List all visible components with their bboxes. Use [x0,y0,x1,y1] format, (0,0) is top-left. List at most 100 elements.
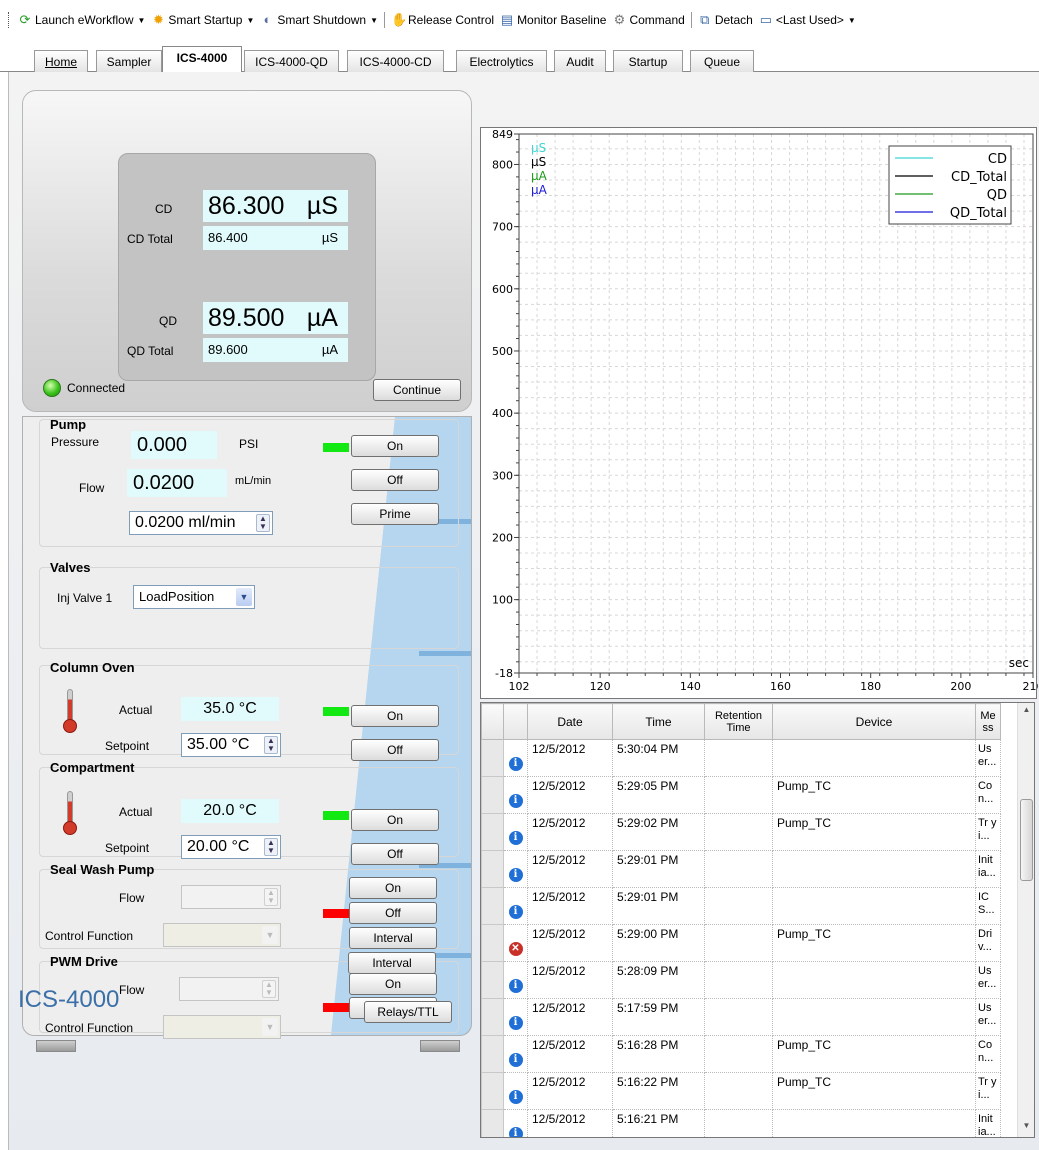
scroll-up-icon[interactable]: ▲ [1020,705,1033,719]
scroll-thumb[interactable] [1020,799,1033,881]
message-cell: Init ia... [975,850,1001,888]
row-selector[interactable] [481,813,504,851]
retention-cell [704,850,773,888]
spinner-icon[interactable]: ▲ ▼ [264,838,278,856]
device-column-header[interactable]: Device [772,703,976,740]
spinner-icon[interactable]: ▲ ▼ [264,888,278,906]
scroll-down-icon[interactable]: ▼ [1020,1121,1033,1135]
time-cell: 5:29:00 PM [612,924,705,962]
table-row[interactable]: i 12/5/2012 5:29:05 PM Pump_TC Co n... [481,776,1001,814]
pwm-on-button[interactable]: On [349,973,437,995]
row-selector[interactable] [481,1035,504,1073]
tab-queue[interactable]: Queue [690,50,754,72]
oven-on-button[interactable]: On [351,705,439,727]
table-row[interactable]: ✕ 12/5/2012 5:29:00 PM Pump_TC Dri v... [481,924,1001,962]
tab-ics-4000-cd[interactable]: ICS-4000-CD [347,50,444,72]
launch-eworkflow-button[interactable]: ⟳ Launch eWorkflow ▼ [15,13,148,28]
compartment-actual-value: 20.0 °C [181,799,279,823]
date-cell: 12/5/2012 [527,1109,613,1137]
row-selector[interactable] [481,1109,504,1137]
seal-wash-cf-select[interactable]: ▼ [163,923,281,947]
tab-sampler[interactable]: Sampler [96,50,162,72]
pump-off-button[interactable]: Off [351,469,439,491]
smart-startup-button[interactable]: ✹ Smart Startup ▼ [148,13,257,28]
row-selector[interactable] [481,887,504,925]
date-column-header[interactable]: Date [527,703,613,740]
pwm-cf-select[interactable]: ▼ [163,1015,281,1039]
tab-home[interactable]: Home [34,50,88,72]
qd-total-box: 89.600 µA [203,338,348,362]
table-row[interactable]: i 12/5/2012 5:16:28 PM Pump_TC Co n... [481,1035,1001,1073]
table-row[interactable]: i 12/5/2012 5:17:59 PM Us er... [481,998,1001,1036]
release-control-button[interactable]: ✋ Release Control [388,13,497,28]
prime-button[interactable]: Prime [351,503,439,525]
compartment-off-button[interactable]: Off [351,843,439,865]
inj-valve-select[interactable]: LoadPosition ▼ [133,585,255,609]
relays-ttl-button[interactable]: Relays/TTL [364,1001,452,1023]
chevron-down-icon[interactable]: ▼ [262,926,278,944]
command-button[interactable]: ⚙ Command [609,12,687,28]
severity-cell: i [503,1109,528,1137]
toolbar-grip[interactable] [8,12,11,28]
message-column-header[interactable]: Me ss [975,703,1001,740]
continue-button[interactable]: Continue [373,379,461,401]
chevron-down-icon[interactable]: ▼ [262,1018,278,1036]
table-row[interactable]: i 12/5/2012 5:30:04 PM Us er... [481,739,1001,777]
tab-ics-4000-qd[interactable]: ICS-4000-QD [244,50,339,72]
seal-wash-on-button[interactable]: On [349,877,437,899]
row-selector[interactable] [481,961,504,999]
seal-wash-flow-input[interactable]: ▲ ▼ [181,885,281,909]
cd-value: 86.300 [208,192,285,220]
compartment-on-button[interactable]: On [351,809,439,831]
time-cell: 5:16:22 PM [612,1072,705,1110]
table-scrollbar[interactable]: ▲ ▼ [1017,703,1034,1137]
table-row[interactable]: i 12/5/2012 5:28:09 PM Us er... [481,961,1001,999]
gear-icon: ⚙ [613,12,626,27]
tab-ics-4000[interactable]: ICS-4000 [162,46,242,73]
compartment-setpoint-input[interactable]: 20.00 °C ▲ ▼ [181,835,281,859]
pwm-flow-input[interactable]: ▲ ▼ [179,977,279,1001]
pump-on-button[interactable]: On [351,435,439,457]
message-cell: Us er... [975,961,1001,999]
monitor-baseline-button[interactable]: ▤ Monitor Baseline [497,13,609,28]
y-tick-label: 300 [492,469,513,482]
unit-label: µA [531,183,548,197]
table-row[interactable]: i 12/5/2012 5:29:01 PM IC S... [481,887,1001,925]
signal-chart[interactable]: -18 100 200 300 400 500 600 700 800 849 102 120 140 1… [480,127,1038,699]
spinner-icon[interactable]: ▲ ▼ [262,980,276,998]
tab-startup[interactable]: Startup [613,50,683,72]
flow-setpoint-input[interactable]: 0.0200 ml/min ▲ ▼ [129,511,273,535]
retention-cell [704,776,773,814]
oven-setpoint-input[interactable]: 35.00 °C ▲ ▼ [181,733,281,757]
table-row[interactable]: i 12/5/2012 5:29:01 PM Init ia... [481,850,1001,888]
last-used-button[interactable]: ▭ <Last Used> ▼ [756,13,859,28]
seal-wash-off-button[interactable]: Off [349,902,437,924]
pwm-interval-button[interactable]: Interval [348,952,436,974]
row-selector[interactable] [481,739,504,777]
row-selector[interactable] [481,998,504,1036]
brand-label: ICS-4000 [18,986,120,1013]
detach-button[interactable]: ⧉ Detach [695,13,756,28]
chevron-down-icon[interactable]: ▼ [236,588,252,606]
smart-shutdown-button[interactable]: ◐ Smart Shutdown ▼ [257,13,381,28]
table-row[interactable]: i 12/5/2012 5:16:22 PM Pump_TC Tr yi... [481,1072,1001,1110]
unit-label: µS [531,141,546,155]
time-cell: 5:17:59 PM [612,998,705,1036]
table-row[interactable]: i 12/5/2012 5:29:02 PM Pump_TC Tr yi... [481,813,1001,851]
row-selector[interactable] [481,776,504,814]
row-selector[interactable] [481,924,504,962]
spinner-icon[interactable]: ▲ ▼ [264,736,278,754]
row-header-cell [481,703,504,740]
row-selector[interactable] [481,850,504,888]
spinner-icon[interactable]: ▲ ▼ [256,514,270,532]
retention-cell [704,887,773,925]
tab-audit[interactable]: Audit [554,50,606,72]
time-cell: 5:16:21 PM [612,1109,705,1137]
seal-wash-interval-button[interactable]: Interval [349,927,437,949]
tab-electrolytics[interactable]: Electrolytics [456,50,547,72]
row-selector[interactable] [481,1072,504,1110]
time-column-header[interactable]: Time [612,703,705,740]
table-row[interactable]: i 12/5/2012 5:16:21 PM Init ia... [481,1109,1001,1137]
retention-column-header[interactable]: Retention Time [704,703,773,740]
oven-off-button[interactable]: Off [351,739,439,761]
